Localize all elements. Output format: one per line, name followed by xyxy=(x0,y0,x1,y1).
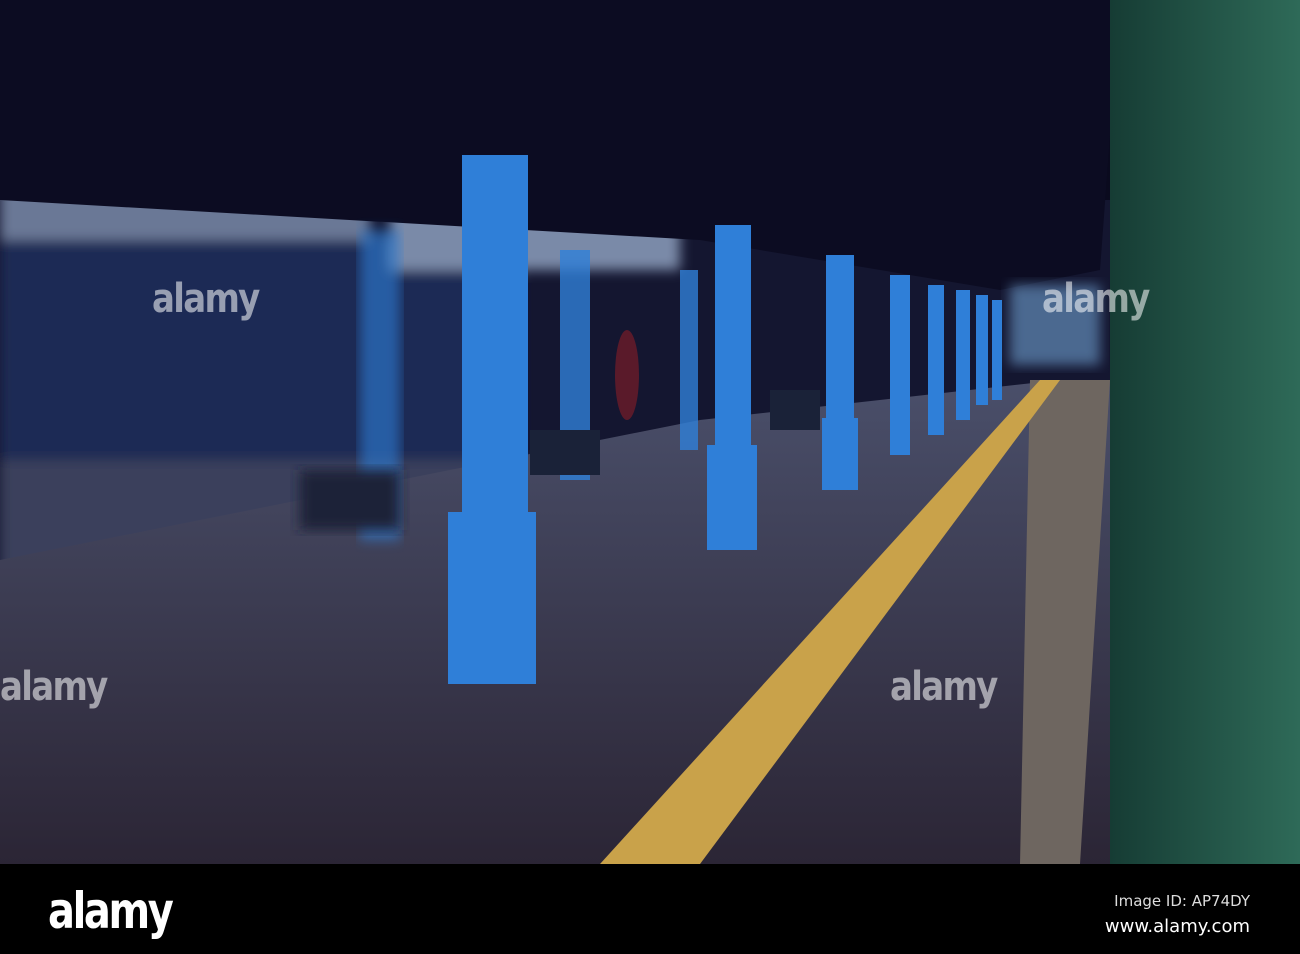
train-wall xyxy=(1110,0,1300,864)
person xyxy=(615,330,639,420)
watermark: alamy xyxy=(1042,276,1150,322)
footer-bar: alamy Image ID: AP74DY www.alamy.com xyxy=(0,864,1300,954)
watermark: alamy xyxy=(890,664,998,710)
image-id: Image ID: AP74DY xyxy=(1114,892,1250,910)
website-link[interactable]: www.alamy.com xyxy=(1105,916,1250,937)
watermark: alamy xyxy=(152,276,260,322)
alamy-logo: alamy xyxy=(48,882,174,940)
watermark: alamy xyxy=(0,664,108,710)
train-platform-photo xyxy=(0,0,1300,864)
